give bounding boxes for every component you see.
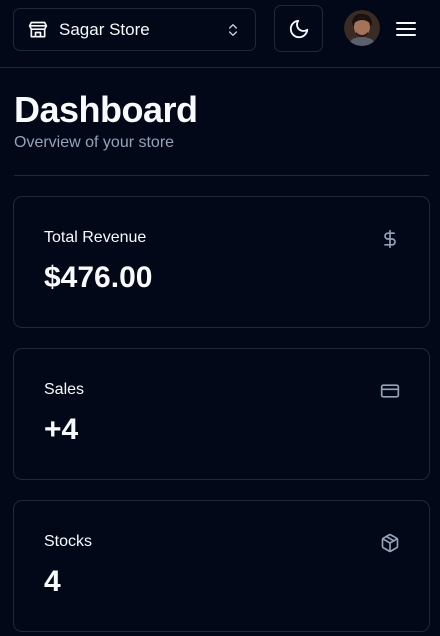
divider (14, 175, 429, 176)
card-label: Sales (44, 381, 85, 398)
store-name: Sagar Store (59, 19, 150, 39)
card-label: Stocks (44, 533, 93, 550)
card-value: $476.00 (44, 261, 153, 294)
page-title: Dashboard (14, 89, 198, 130)
sales-card: Sales +4 (13, 348, 430, 480)
credit-card-icon (380, 381, 400, 401)
total-revenue-card: Total Revenue $476.00 (13, 196, 430, 328)
stocks-card: Stocks 4 (13, 500, 430, 632)
card-label: Total Revenue (44, 229, 147, 246)
page-subtitle: Overview of your store (14, 134, 175, 151)
store-switcher-button[interactable]: Sagar Store (13, 8, 256, 51)
avatar[interactable] (344, 10, 380, 46)
page-heading: Dashboard Overview of your store (14, 88, 198, 154)
card-value: +4 (44, 413, 79, 446)
package-icon (380, 533, 400, 553)
menu-icon (395, 19, 417, 39)
theme-toggle-button[interactable] (274, 5, 323, 52)
chevrons-up-down-icon (225, 22, 241, 38)
menu-button[interactable] (393, 17, 419, 41)
top-navbar: Sagar Store (0, 0, 440, 68)
store-icon (28, 20, 48, 40)
dollar-sign-icon (380, 229, 400, 249)
card-value: 4 (44, 565, 61, 598)
moon-icon (288, 18, 310, 40)
